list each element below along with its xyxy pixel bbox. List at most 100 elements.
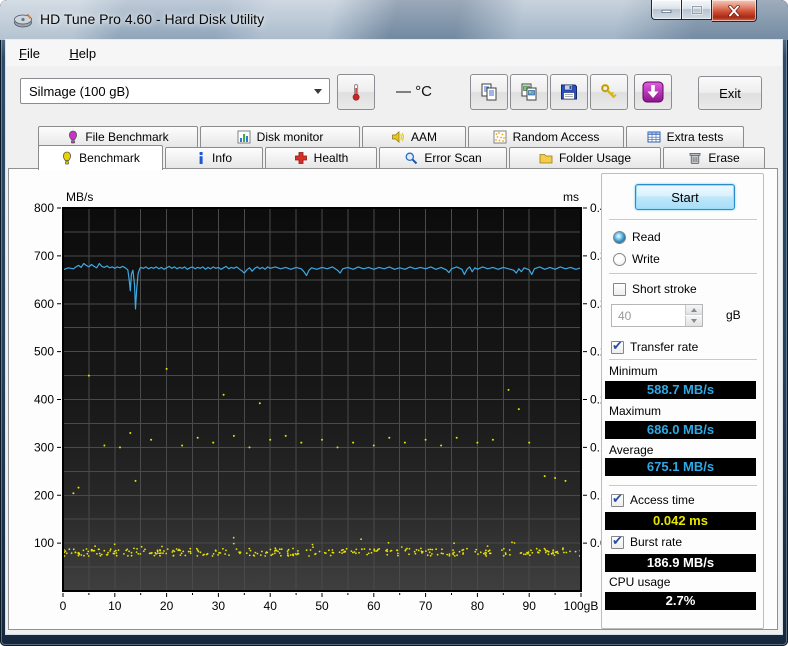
write-radio[interactable]: Write	[613, 252, 660, 266]
tab-aam[interactable]: AAM	[362, 126, 466, 147]
tab-label: Disk monitor	[257, 130, 324, 144]
titlebar: HD Tune Pro 4.60 - Hard Disk Utility	[0, 0, 788, 40]
maximum-label: Maximum	[609, 404, 661, 418]
tab-erase[interactable]: Erase	[663, 147, 765, 168]
svg-text:90: 90	[523, 599, 537, 613]
short-stroke-checkbox[interactable]: Short stroke	[613, 282, 697, 296]
tab-error-scan[interactable]: Error Scan	[379, 147, 507, 168]
tab-label: AAM	[411, 130, 437, 144]
svg-text:200: 200	[34, 488, 54, 502]
start-label: Start	[671, 190, 698, 205]
temperature-label: — °C	[396, 83, 432, 100]
chevron-down-icon	[314, 89, 322, 94]
app-disk-icon	[12, 9, 34, 31]
svg-text:80: 80	[471, 599, 485, 613]
short-stroke-value: 40	[618, 309, 631, 323]
write-label: Write	[632, 252, 660, 266]
svg-text:800: 800	[34, 201, 54, 215]
separator	[609, 273, 757, 275]
transfer-rate-checkbox[interactable]: Transfer rate	[611, 340, 698, 354]
cpu-usage-label: CPU usage	[609, 575, 670, 589]
svg-text:40: 40	[264, 599, 278, 613]
svg-text:20: 20	[160, 599, 174, 613]
access-time-checkbox[interactable]: Access time	[611, 493, 695, 507]
tab-health[interactable]: Health	[265, 147, 377, 168]
info-icon	[196, 151, 206, 165]
tab-file-benchmark[interactable]: File Benchmark	[38, 126, 198, 147]
download-icon	[641, 80, 665, 104]
radio-selected-icon	[613, 231, 626, 244]
svg-text:700: 700	[34, 249, 54, 263]
tab-label: File Benchmark	[85, 130, 168, 144]
svg-text:MB/s: MB/s	[66, 190, 93, 204]
options-button[interactable]	[590, 74, 628, 110]
tab-folder-usage[interactable]: Folder Usage	[509, 147, 661, 168]
tab-random-access[interactable]: Random Access	[468, 126, 624, 147]
benchmark-page: 8007006005004003002001000.400.350.300.25…	[8, 168, 778, 630]
svg-text:300: 300	[34, 440, 54, 454]
tab-label: Extra tests	[667, 130, 724, 144]
short-stroke-input[interactable]: 40	[611, 304, 703, 327]
menu-file[interactable]: File	[6, 40, 53, 66]
spinner-down-button[interactable]	[685, 316, 702, 326]
extra-tests-icon	[647, 130, 661, 144]
maximum-value: 686.0 MB/s	[605, 421, 756, 439]
exit-label: Exit	[719, 86, 741, 101]
svg-text:500: 500	[34, 345, 54, 359]
svg-text:100: 100	[34, 536, 54, 550]
exit-button[interactable]: Exit	[698, 76, 762, 110]
close-icon	[727, 5, 741, 17]
window-controls	[651, 0, 757, 22]
copy-image-button[interactable]	[510, 74, 548, 110]
separator	[609, 359, 757, 361]
tab-extra-tests[interactable]: Extra tests	[626, 126, 744, 147]
svg-text:50: 50	[315, 599, 329, 613]
separator	[609, 485, 757, 487]
svg-text:ms: ms	[563, 190, 579, 204]
magnifier-icon	[404, 151, 418, 165]
maximize-button[interactable]	[681, 0, 712, 20]
drive-select[interactable]: Silmage (100 gB)	[20, 78, 330, 104]
svg-text:30: 30	[212, 599, 226, 613]
tab-label: Erase	[708, 151, 739, 165]
trash-icon	[688, 151, 702, 165]
tab-disk-monitor[interactable]: Disk monitor	[200, 126, 360, 147]
copy-text-button[interactable]	[470, 74, 508, 110]
access-time-value: 0.042 ms	[605, 512, 756, 530]
svg-text:60: 60	[367, 599, 381, 613]
copy-image-icon	[519, 82, 539, 102]
disk-monitor-icon	[237, 130, 251, 144]
svg-text:10: 10	[108, 599, 122, 613]
short-stroke-unit: gB	[726, 308, 741, 322]
svg-text:100gB: 100gB	[564, 599, 599, 613]
temperature-button[interactable]	[337, 74, 375, 110]
lamp-purple-icon	[67, 130, 79, 144]
read-label: Read	[632, 230, 661, 244]
svg-text:400: 400	[34, 393, 54, 407]
burst-rate-checkbox[interactable]: Burst rate	[611, 535, 682, 549]
average-label: Average	[609, 443, 653, 457]
tab-label: Info	[212, 151, 232, 165]
thermometer-icon	[346, 82, 366, 102]
download-button[interactable]	[634, 74, 672, 110]
copy-icon	[479, 82, 499, 102]
minimize-button[interactable]	[651, 0, 681, 20]
short-stroke-label: Short stroke	[632, 282, 697, 296]
tab-info[interactable]: Info	[165, 147, 263, 168]
checkbox-checked-icon	[611, 341, 624, 354]
menu-help[interactable]: Help	[56, 40, 109, 66]
spinner-up-button[interactable]	[685, 305, 702, 315]
close-button[interactable]	[712, 0, 757, 22]
save-button[interactable]	[550, 74, 588, 110]
tab-label: Random Access	[513, 130, 600, 144]
tab-benchmark[interactable]: Benchmark	[38, 145, 163, 170]
checkbox-unchecked-icon	[613, 283, 626, 296]
maximize-icon	[691, 5, 703, 15]
start-button[interactable]: Start	[635, 184, 735, 210]
read-radio[interactable]: Read	[613, 230, 661, 244]
transfer-rate-label: Transfer rate	[630, 340, 698, 354]
minimize-icon	[661, 5, 672, 14]
random-access-icon	[493, 130, 507, 144]
average-value: 675.1 MB/s	[605, 458, 756, 476]
tab-label: Folder Usage	[559, 151, 631, 165]
